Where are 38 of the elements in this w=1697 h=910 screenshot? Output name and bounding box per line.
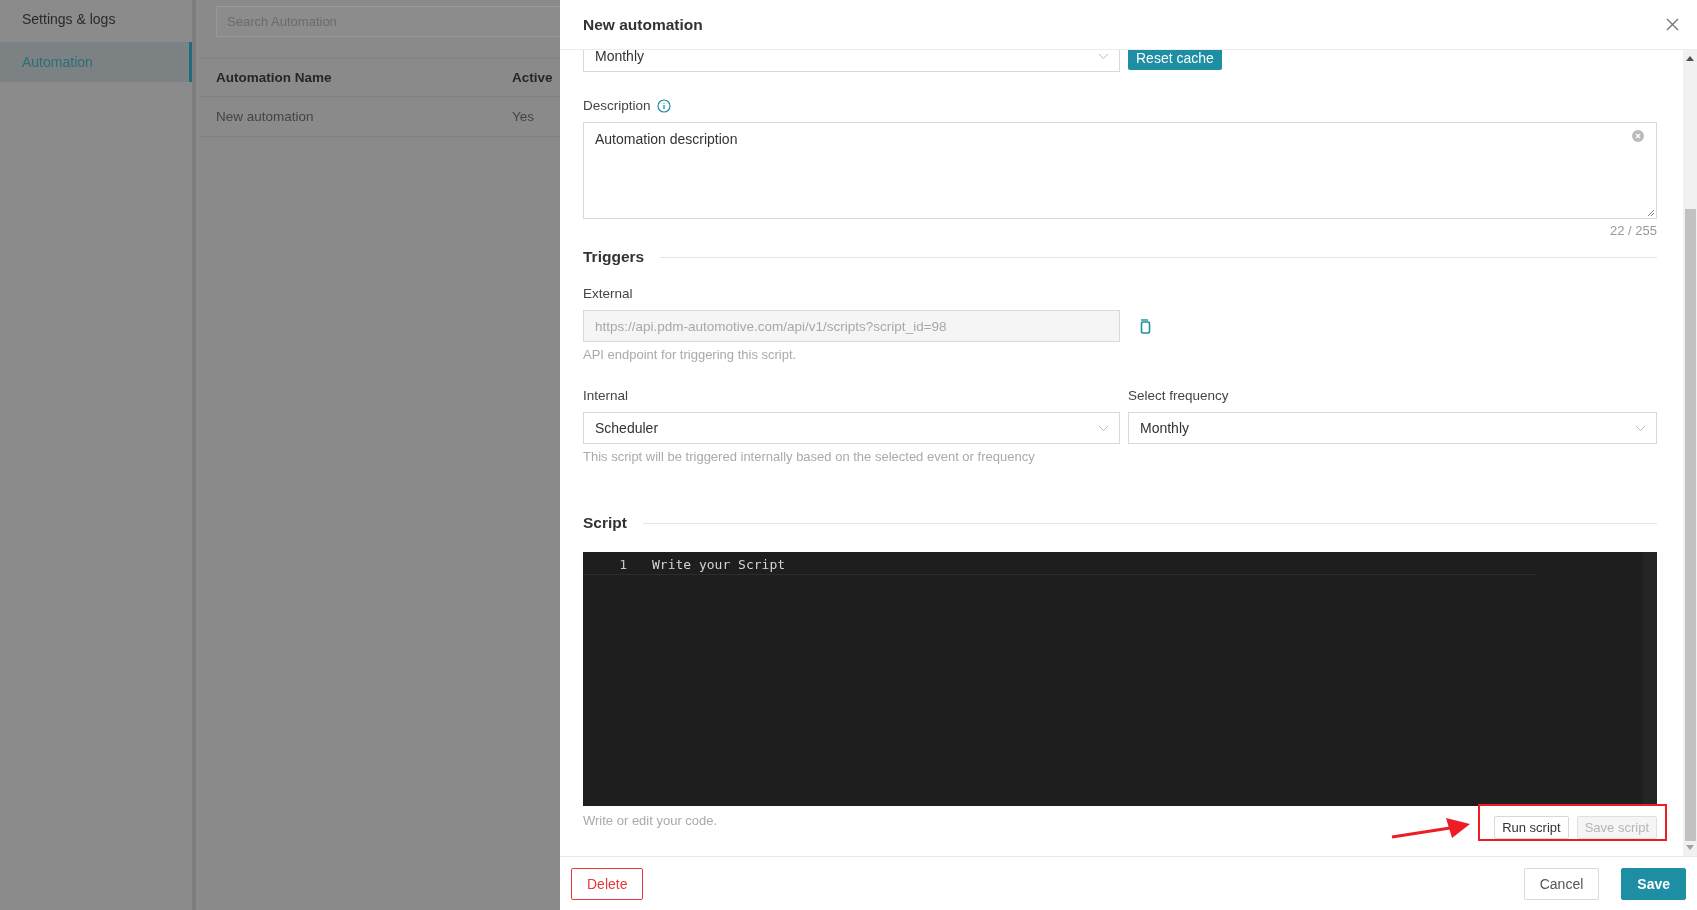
field-label: Description bbox=[583, 98, 651, 113]
table-cell-text: New automation bbox=[216, 109, 315, 124]
help-text: This script will be triggered internally based on the selected event or frequency bbox=[583, 449, 1036, 464]
script-button[interactable]: Run script bbox=[1494, 816, 1569, 839]
field-label: Internal bbox=[583, 388, 629, 403]
section-heading: Triggers bbox=[583, 248, 645, 266]
drawer-title: New automation bbox=[583, 15, 703, 34]
section-heading: Script bbox=[583, 514, 627, 532]
sidebar-item[interactable]: Settings & logs bbox=[0, 0, 192, 38]
chevron-down-icon bbox=[1098, 52, 1109, 60]
field-label: Select frequency bbox=[1128, 388, 1229, 403]
character-counter: 22 / 255 bbox=[1610, 223, 1657, 238]
chevron-down-icon bbox=[1098, 424, 1109, 432]
delete-button[interactable]: Delete bbox=[571, 867, 644, 900]
table-cell-text: Yes bbox=[512, 109, 536, 124]
save-button[interactable]: Save bbox=[1621, 867, 1686, 900]
line-number: 1 bbox=[618, 557, 627, 572]
chevron-down-icon bbox=[1635, 424, 1646, 432]
code-line: Write your Script bbox=[652, 557, 786, 572]
trigger-select[interactable]: Scheduler bbox=[583, 412, 1120, 444]
help-text: API endpoint for triggering this script. bbox=[583, 347, 798, 362]
cancel-button[interactable]: Cancel bbox=[1523, 867, 1600, 900]
frequency-select[interactable]: Monthly bbox=[1128, 412, 1657, 444]
scroll-up-icon[interactable] bbox=[1686, 56, 1694, 61]
column-header: Active bbox=[512, 70, 554, 85]
description-field[interactable]: Automation description bbox=[583, 122, 1657, 219]
column-header: Automation Name bbox=[216, 70, 333, 85]
reset-cache-button[interactable]: Reset cache bbox=[1128, 50, 1222, 70]
frequency-select[interactable]: Monthly bbox=[583, 50, 1120, 72]
help-text: Write or edit your code. bbox=[583, 813, 718, 828]
field-label: External bbox=[583, 286, 633, 301]
scrollbar[interactable] bbox=[1683, 50, 1697, 856]
copy-icon[interactable] bbox=[1139, 318, 1151, 334]
scroll-down-icon[interactable] bbox=[1686, 845, 1694, 850]
code-editor[interactable]: 1 Write your Script bbox=[583, 552, 1657, 806]
close-icon[interactable] bbox=[1666, 18, 1679, 31]
info-icon bbox=[656, 98, 671, 113]
resize-icon bbox=[1647, 209, 1655, 217]
